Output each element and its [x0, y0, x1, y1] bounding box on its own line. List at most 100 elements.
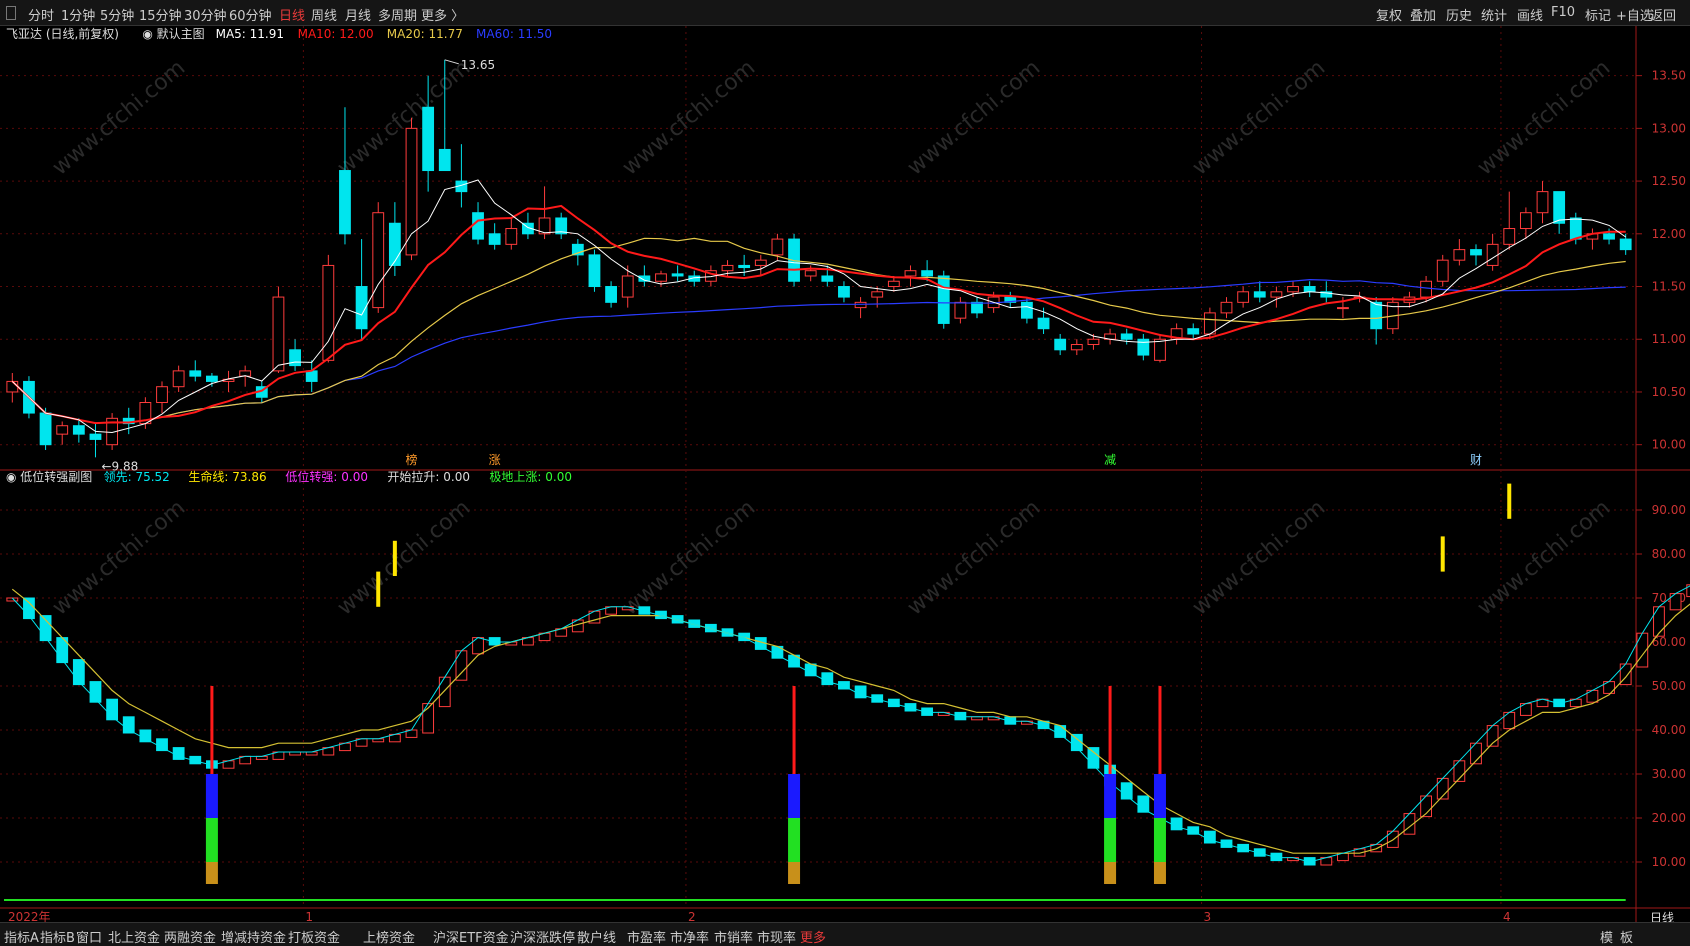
indicator-tab-11[interactable]: 市盈率	[627, 927, 666, 946]
tool-button-2[interactable]: 历史	[1446, 5, 1472, 24]
signal-red	[1108, 686, 1112, 774]
candle-body	[1536, 191, 1549, 214]
event-marker-0: 榜	[406, 452, 418, 467]
period-tab-5[interactable]: 60分钟	[229, 5, 272, 24]
main-header-5: MA60: 11.50	[476, 27, 552, 41]
candle-body	[505, 228, 518, 245]
high-price-label: 13.65	[461, 58, 495, 72]
indicator-tab-6[interactable]: 打板资金	[288, 927, 340, 946]
candle-body	[472, 212, 484, 240]
lead-bar	[1653, 606, 1665, 637]
indicator-tab-3[interactable]: 北上资金	[108, 927, 160, 946]
watermark: www.cfchi.com	[903, 495, 1045, 620]
main-y-tick-label: 13.00	[1652, 121, 1686, 135]
indicator-tab-10[interactable]: 散户线	[577, 927, 616, 946]
sub-y-tick-label: 60.00	[1652, 635, 1686, 649]
indicator-tab-14[interactable]: 市现率	[757, 927, 796, 946]
tool-button-3[interactable]: 统计	[1481, 5, 1507, 24]
x-tick-label: 1	[305, 910, 313, 922]
candle-body	[1137, 338, 1150, 356]
main-header-2: MA5: 11.91	[216, 27, 284, 41]
candle-body	[372, 212, 385, 309]
yellow-signal-mark	[376, 571, 381, 607]
tool-button-0[interactable]: 复权	[1376, 5, 1402, 24]
indicator-tab-15[interactable]: 更多	[800, 927, 826, 946]
candle-body	[771, 238, 784, 256]
candle-body	[1337, 307, 1349, 310]
watermark: www.cfchi.com	[48, 495, 190, 620]
event-marker-3: 财	[1470, 453, 1482, 467]
main-y-tick-label: 11.00	[1652, 332, 1686, 346]
yellow-signal-mark	[392, 540, 397, 576]
yellow-signal-mark	[1507, 483, 1512, 519]
indicator-tab-1[interactable]: 指标B	[40, 927, 75, 946]
candle-body	[1619, 238, 1632, 251]
sub-header-3: 低位转强: 0.00	[285, 469, 368, 484]
candle-body	[72, 425, 85, 435]
lead-line	[11, 585, 1690, 863]
indicator-tab-7[interactable]: 上榜资金	[363, 927, 415, 946]
tool-button-4[interactable]: 画线	[1517, 5, 1543, 24]
period-tab-3[interactable]: 15分钟	[139, 5, 182, 24]
sub-y-tick-label: 80.00	[1652, 547, 1686, 561]
indicator-tab-2[interactable]: 窗口	[76, 927, 102, 946]
candle-body	[954, 301, 967, 319]
period-tab-8[interactable]: 月线	[345, 5, 371, 24]
signal-green	[1153, 818, 1166, 862]
back-icon[interactable]	[6, 6, 16, 20]
period-tab-4[interactable]: 30分钟	[184, 5, 227, 24]
ma60-line	[11, 278, 1626, 424]
signal-green	[1104, 818, 1117, 862]
sub-y-tick-label: 90.00	[1652, 503, 1686, 517]
candle-body	[1203, 312, 1216, 335]
signal-green	[788, 818, 801, 862]
candle-body	[671, 273, 684, 277]
main-y-tick-label: 10.00	[1652, 438, 1686, 452]
candle-body	[339, 170, 351, 235]
period-tab-2[interactable]: 5分钟	[100, 5, 134, 24]
candle-body	[422, 106, 435, 172]
indicator-tab-12[interactable]: 市净率	[670, 927, 709, 946]
period-tab-0[interactable]: 分时	[28, 5, 54, 24]
period-tab-6[interactable]: 日线	[279, 5, 305, 24]
indicator-tab-0[interactable]: 指标A	[4, 927, 39, 946]
signal-blue	[205, 774, 218, 818]
tool-button-6[interactable]: 标记	[1585, 5, 1611, 24]
main-y-tick-label: 10.50	[1652, 385, 1686, 399]
candle-body	[39, 412, 52, 446]
indicator-tab-8[interactable]: 沪深ETF资金	[433, 927, 509, 946]
indicator-tab-4[interactable]: 两融资金	[164, 927, 216, 946]
candle-body	[1054, 338, 1067, 351]
main-y-tick-label: 13.50	[1652, 69, 1686, 83]
sub-header-0: ◉ 低位转强副图	[6, 469, 92, 484]
tool-button-1[interactable]: 叠加	[1410, 5, 1436, 24]
candle-body	[1503, 228, 1516, 245]
indicator-tab-5[interactable]: 增减持资金	[221, 927, 286, 946]
period-toolbar: 分时 1分钟 5分钟 15分钟 30分钟 60分钟 日线 周线 月线 多周期 更多 〉 复权 叠加 历史…	[0, 0, 1690, 26]
period-tab-10[interactable]: 更多 〉	[421, 5, 464, 24]
period-tab-1[interactable]: 1分钟	[61, 5, 95, 24]
sub-header-5: 极地上涨: 0.00	[489, 469, 572, 484]
main-header-4: MA20: 11.77	[387, 27, 463, 41]
bottom-right-board[interactable]: 板	[1620, 927, 1633, 946]
candle-body	[89, 433, 102, 440]
candle-body	[405, 127, 418, 256]
period-tab-9[interactable]: 多周期	[378, 5, 417, 24]
candle-body	[56, 425, 69, 435]
main-header-0: 飞亚达 (日线,前复权)	[6, 26, 119, 41]
tool-button-5[interactable]: F10	[1551, 5, 1575, 20]
main-header-1: ◉ 默认主图	[142, 26, 204, 41]
sub-y-tick-label: 10.00	[1652, 855, 1686, 869]
lead-bar	[156, 738, 168, 752]
signal-red	[792, 686, 796, 774]
indicator-tab-13[interactable]: 市销率	[714, 927, 753, 946]
signal-orange	[788, 862, 801, 884]
candle-body	[971, 301, 983, 314]
indicator-tab-9[interactable]: 沪深涨跌停	[510, 927, 575, 946]
tool-button-8[interactable]: 返回	[1650, 5, 1676, 24]
tool-button-7[interactable]: +自选	[1616, 5, 1653, 24]
signal-orange	[1104, 862, 1117, 884]
period-tab-7[interactable]: 周线	[311, 5, 337, 24]
bottom-right-mode[interactable]: 模	[1600, 927, 1613, 946]
x-tick-label: 2022年	[8, 910, 51, 922]
